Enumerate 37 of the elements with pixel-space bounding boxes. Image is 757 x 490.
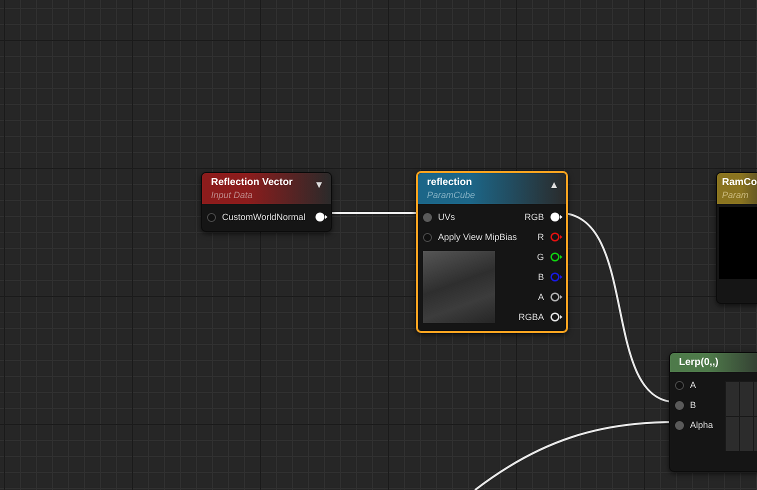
pin-label: RGBA xyxy=(518,312,544,322)
node-title: Lerp(0,,) xyxy=(679,356,718,369)
collapse-toggle[interactable]: ▼ xyxy=(314,180,324,191)
input-pin-icon[interactable] xyxy=(675,400,684,410)
graph-node[interactable]: RamCo Param xyxy=(716,172,757,304)
node-subtitle: Param xyxy=(722,189,750,201)
texture-preview xyxy=(423,251,495,323)
pin-label: RGB xyxy=(524,212,544,222)
collapse-toggle[interactable]: ▲ xyxy=(549,180,559,191)
input-pin-icon[interactable] xyxy=(675,420,684,430)
pin-label: Alpha xyxy=(690,420,714,430)
pin-label: B xyxy=(538,272,544,282)
output-pin-icon[interactable] xyxy=(550,212,563,222)
pin-label: G xyxy=(536,252,544,262)
pin-label: R xyxy=(538,232,544,242)
node-title: reflection xyxy=(427,176,474,189)
output-pin-icon[interactable] xyxy=(550,312,563,322)
input-pin-icon[interactable] xyxy=(207,212,216,222)
pin-label: A xyxy=(538,292,544,302)
graph-node[interactable]: Reflection Vector Input Data ▼ CustomWorldNormal xyxy=(201,172,332,232)
pin-label: CustomWorldNormal xyxy=(222,212,306,222)
node-subtitle: Input Data xyxy=(211,189,254,201)
output-pin-icon[interactable] xyxy=(315,212,328,222)
node-subtitle: ParamCube xyxy=(427,189,476,201)
input-pin-icon[interactable] xyxy=(675,380,684,390)
output-pin-icon[interactable] xyxy=(550,252,563,262)
pin-label: B xyxy=(690,400,696,410)
node-title: RamCo xyxy=(722,176,757,189)
input-pin-icon[interactable] xyxy=(423,232,432,242)
graph-node[interactable]: reflection ParamCube ▲ UVs Apply View MipBias RGB R G B A RGBA xyxy=(416,171,568,333)
pin-label: Apply View MipBias xyxy=(438,232,517,242)
pin-label: UVs xyxy=(438,212,456,222)
graph-node[interactable]: Lerp(0,,) A B Alpha xyxy=(669,352,757,472)
node-title: Reflection Vector xyxy=(211,176,293,189)
pin-label: A xyxy=(690,380,696,390)
output-pin-icon[interactable] xyxy=(550,292,563,302)
input-pin-icon[interactable] xyxy=(423,212,432,222)
